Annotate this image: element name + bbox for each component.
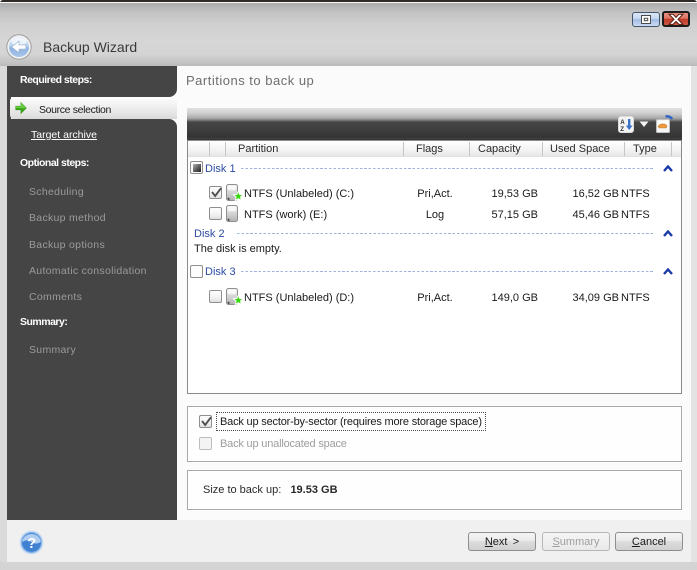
- svg-text:A: A: [620, 119, 625, 126]
- svg-text:?: ?: [27, 536, 36, 552]
- svg-text:Z: Z: [620, 126, 624, 133]
